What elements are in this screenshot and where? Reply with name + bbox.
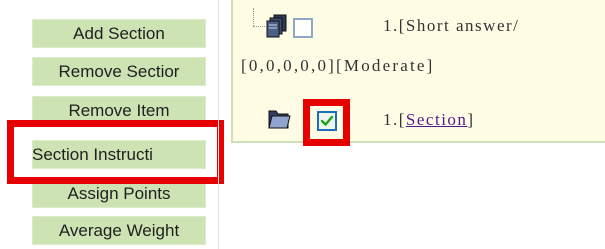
average-weight-button[interactable]: Average Weight <box>31 215 207 246</box>
item-number: 1. <box>383 16 399 35</box>
tree-connector <box>253 8 254 26</box>
section-title: 1.[Section] <box>383 110 475 130</box>
document-stack-icon <box>266 14 288 38</box>
item-title-text: [Short answer/ <box>398 16 520 35</box>
folder-open-icon <box>267 107 291 131</box>
section-link[interactable]: Section <box>406 110 468 129</box>
item-meta: [0,0,0,0,0][Moderate] <box>241 56 435 75</box>
highlight-section-instructions <box>7 120 224 184</box>
item-checkbox[interactable] <box>293 18 313 38</box>
section-number: 1. <box>383 110 399 129</box>
item-title: 1.[Short answer/ <box>383 16 519 36</box>
section-bracket-open: [ <box>398 110 406 129</box>
remove-section-button[interactable]: Remove Sectior <box>31 56 207 87</box>
tree-connector <box>253 26 265 27</box>
section-bracket-close: ] <box>467 110 475 129</box>
add-section-button[interactable]: Add Section <box>31 18 207 49</box>
tree-panel: 1.[Short answer/ [0,0,0,0,0][Moderate] 1… <box>231 0 605 143</box>
panel-divider <box>218 0 219 249</box>
highlight-section-checkbox <box>303 99 350 146</box>
